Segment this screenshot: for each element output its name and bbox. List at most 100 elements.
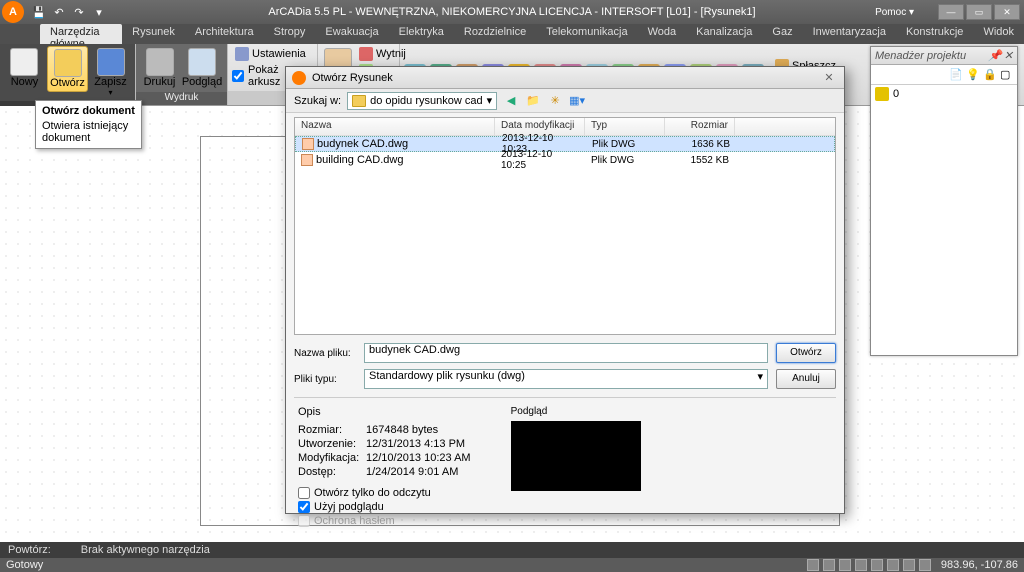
new-button[interactable]: Nowy	[4, 46, 45, 90]
lock-icon[interactable]: 🔒	[983, 68, 997, 82]
project-manager-panel: Menadżer projektu 📌✕ 📄 💡 🔒 ▢ 0	[870, 46, 1018, 356]
open-label: Otwórz	[50, 77, 85, 89]
print-button[interactable]: Drukuj	[140, 46, 179, 90]
status-icon[interactable]	[823, 559, 835, 571]
password-check[interactable]: Ochrona hasłem	[298, 514, 471, 528]
filetype-label: Pliki typu:	[294, 374, 356, 385]
pm-tool-icon[interactable]: 📄	[949, 68, 963, 82]
app-icon[interactable]: A	[2, 1, 24, 23]
folder-combo[interactable]: do opidu rysunkow cad ▾	[347, 92, 497, 110]
search-in-label: Szukaj w:	[294, 95, 341, 107]
open-button[interactable]: Otwórz	[47, 46, 88, 92]
group-print-label: Wydruk	[136, 92, 227, 105]
pm-count: 0	[893, 88, 899, 100]
pm-item[interactable]: 0	[871, 85, 1017, 103]
status-icon[interactable]	[807, 559, 819, 571]
size-label: Rozmiar:	[298, 424, 366, 436]
dialog-nav: Szukaj w: do opidu rysunkow cad ▾ ◀ 📁 ✳ …	[286, 89, 844, 113]
save-icon[interactable]: 💾	[30, 3, 48, 21]
tab-ewakuacja[interactable]: Ewakuacja	[315, 24, 388, 44]
opis-label: Opis	[298, 406, 471, 418]
filetype-combo[interactable]: Standardowy plik rysunku (dwg)▾	[364, 369, 768, 389]
up-icon[interactable]: 📁	[525, 93, 541, 109]
col-type[interactable]: Typ	[585, 118, 665, 135]
readonly-label: Otwórz tylko do odczytu	[314, 487, 431, 499]
dialog-close-icon[interactable]: ✕	[820, 71, 838, 84]
key-icon	[875, 87, 889, 101]
file-name: building CAD.dwg	[316, 154, 403, 166]
password-label: Ochrona hasłem	[314, 515, 395, 527]
settings-btn[interactable]: Ustawienia	[232, 46, 313, 62]
tab-elektryka[interactable]: Elektryka	[389, 24, 454, 44]
save-label: Zapisz	[94, 76, 126, 88]
tab-rozdzielnice[interactable]: Rozdzielnice	[454, 24, 536, 44]
pm-pin-icon[interactable]: 📌✕	[988, 49, 1013, 62]
tab-rysunek[interactable]: Rysunek	[122, 24, 185, 44]
access-label: Dostęp:	[298, 466, 366, 478]
command-bar: Powtórz: Brak aktywnego narzędzia	[0, 542, 1024, 558]
tooltip-title: Otwórz dokument	[42, 105, 135, 117]
tab-architektura[interactable]: Architektura	[185, 24, 264, 44]
tooltip-body: Otwiera istniejący dokument	[42, 120, 135, 144]
dwg-icon	[302, 138, 314, 150]
tab-stropy[interactable]: Stropy	[264, 24, 316, 44]
view-icon[interactable]: ▦▾	[569, 93, 585, 109]
modified-label: Modyfikacja:	[298, 452, 366, 464]
qat-more-icon[interactable]: ▾	[90, 3, 108, 21]
created-label: Utworzenie:	[298, 438, 366, 450]
redo-icon[interactable]: ↷	[70, 3, 88, 21]
file-meta: Rozmiar:1674848 bytes Utworzenie:12/31/2…	[298, 424, 471, 478]
titlebar: A 💾 ↶ ↷ ▾ ArCADia 5.5 PL - WEWNĘTRZNA, N…	[0, 0, 1024, 24]
usepreview-check[interactable]: Użyj podglądu	[298, 500, 471, 514]
status-icon[interactable]	[903, 559, 915, 571]
col-name[interactable]: Nazwa	[295, 118, 495, 135]
open-tooltip: Otwórz dokument Otwiera istniejący dokum…	[35, 100, 142, 149]
preview-button[interactable]: Podgląd	[181, 46, 223, 90]
square-icon[interactable]: ▢	[1000, 68, 1014, 82]
size-value: 1674848 bytes	[366, 424, 438, 436]
file-row[interactable]: building CAD.dwg 2013-12-10 10:25 Plik D…	[295, 152, 835, 168]
save-button[interactable]: Zapisz▾	[90, 46, 131, 99]
tab-main[interactable]: Narzędzia główne	[40, 24, 122, 44]
tab-kanalizacja[interactable]: Kanalizacja	[686, 24, 762, 44]
bulb-icon[interactable]: 💡	[966, 68, 980, 82]
access-value: 1/24/2014 9:01 AM	[366, 466, 458, 478]
file-size: 1636 KB	[666, 139, 736, 150]
tab-telekom[interactable]: Telekomunikacja	[536, 24, 637, 44]
status-icon[interactable]	[871, 559, 883, 571]
coords: 983.96, -107.86	[941, 559, 1018, 571]
undo-icon[interactable]: ↶	[50, 3, 68, 21]
file-list[interactable]: Nazwa Data modyfikacji Typ Rozmiar budyn…	[294, 117, 836, 335]
usepreview-label: Użyj podglądu	[314, 501, 384, 513]
status-icon[interactable]	[839, 559, 851, 571]
open-btn[interactable]: Otwórz	[776, 343, 836, 363]
status-icon[interactable]	[887, 559, 899, 571]
preview-box	[511, 421, 641, 491]
help-menu[interactable]: Pomoc ▾	[875, 7, 914, 18]
col-size[interactable]: Rozmiar	[665, 118, 735, 135]
tab-woda[interactable]: Woda	[638, 24, 687, 44]
readonly-check[interactable]: Otwórz tylko do odczytu	[298, 486, 471, 500]
maximize-button[interactable]: ▭	[966, 4, 992, 20]
tab-widok[interactable]: Widok	[973, 24, 1024, 44]
new-folder-icon[interactable]: ✳	[547, 93, 563, 109]
tab-inwent[interactable]: Inwentaryzacja	[803, 24, 896, 44]
status-icon[interactable]	[919, 559, 931, 571]
app-small-icon	[292, 71, 306, 85]
filetype-value: Standardowy plik rysunku (dwg)	[369, 370, 525, 388]
cancel-btn[interactable]: Anuluj	[776, 369, 836, 389]
back-icon[interactable]: ◀	[503, 93, 519, 109]
ribbon-tabs: Narzędzia główne Rysunek Architektura St…	[0, 24, 1024, 44]
preview-label: Podgląd	[511, 406, 641, 417]
minimize-button[interactable]: —	[938, 4, 964, 20]
cut-btn[interactable]: Wytnij	[356, 46, 417, 62]
dialog-titlebar[interactable]: Otwórz Rysunek ✕	[286, 67, 844, 89]
filename-input[interactable]: budynek CAD.dwg	[364, 343, 768, 363]
tab-konstr[interactable]: Konstrukcje	[896, 24, 973, 44]
created-value: 12/31/2013 4:13 PM	[366, 438, 465, 450]
preview-label: Podgląd	[182, 76, 222, 88]
close-button[interactable]: ✕	[994, 4, 1020, 20]
status-icon[interactable]	[855, 559, 867, 571]
file-type: Plik DWG	[585, 155, 665, 166]
tab-gaz[interactable]: Gaz	[762, 24, 802, 44]
